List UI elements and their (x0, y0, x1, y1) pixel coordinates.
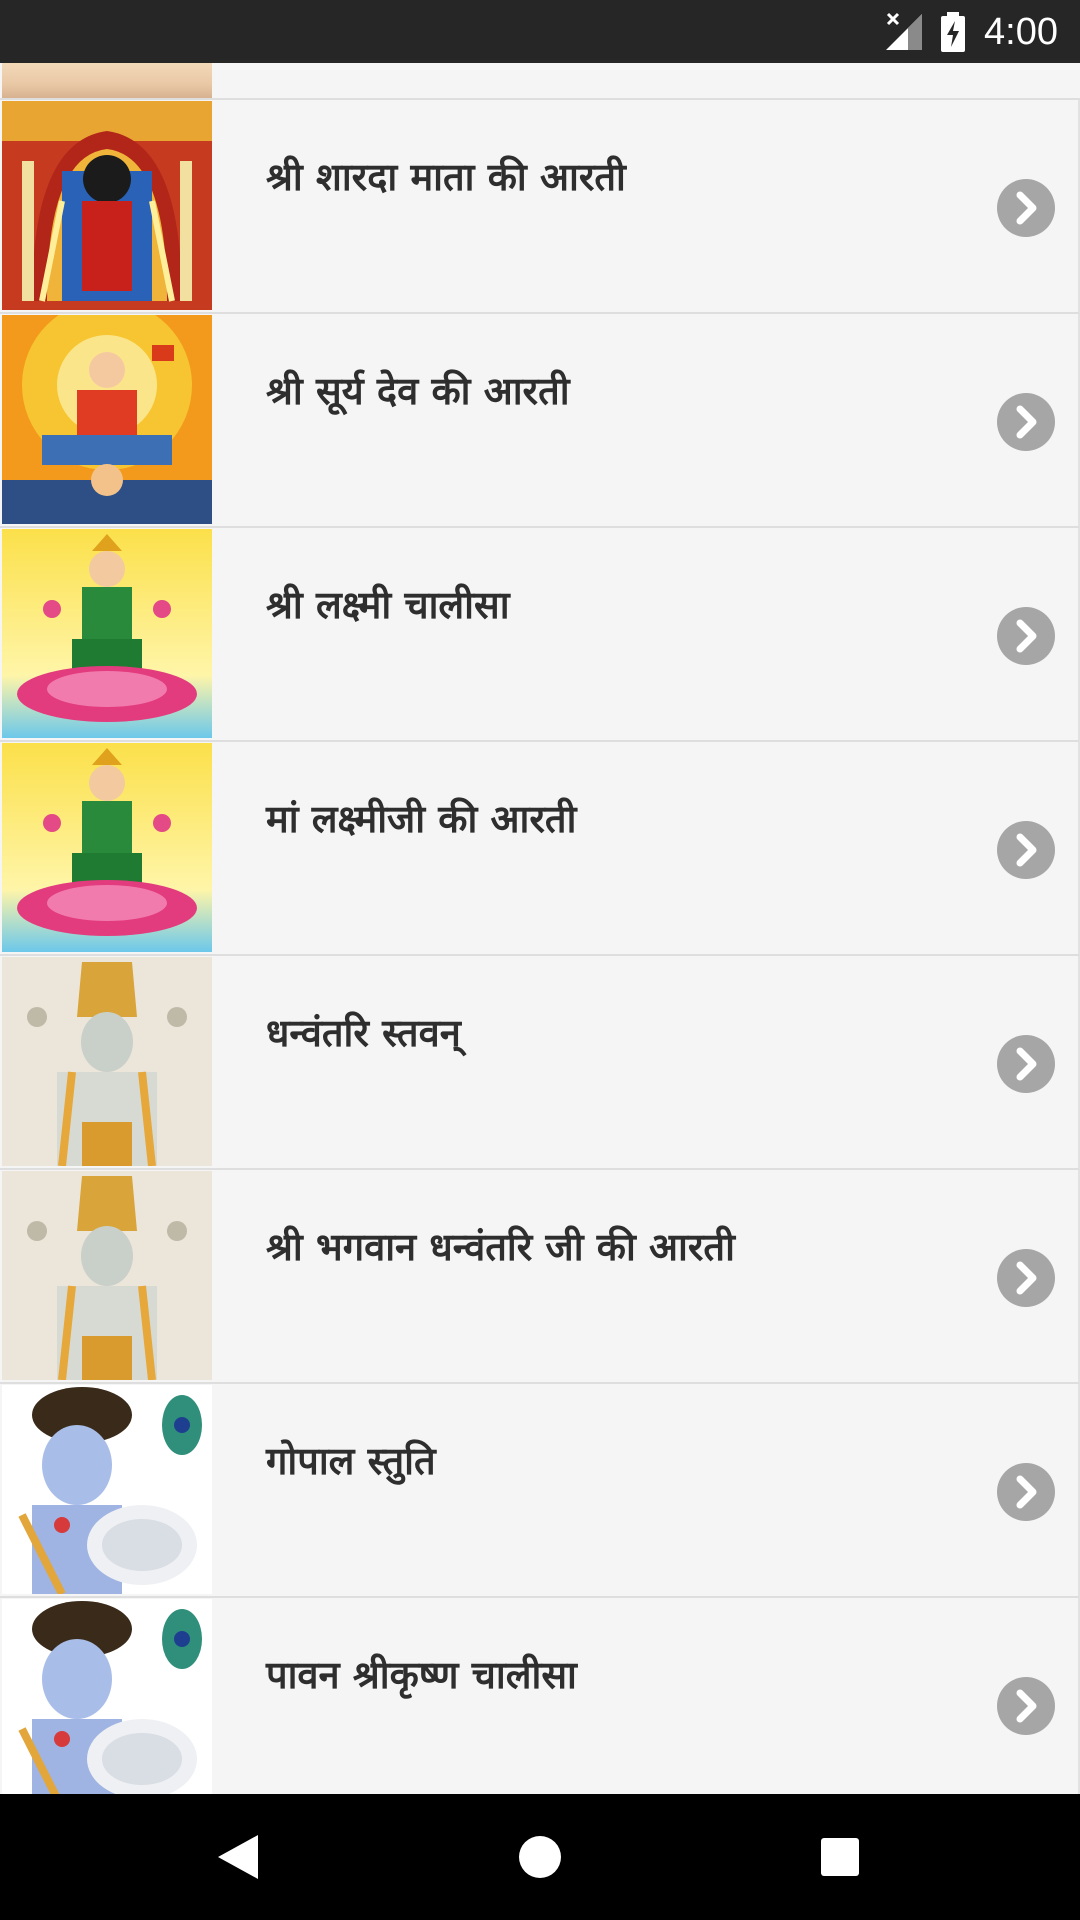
list-item[interactable]: श्री शारदा माता की आरती (0, 100, 1080, 314)
back-triangle-icon[interactable] (210, 1827, 270, 1887)
list-item-title: श्री भगवान धन्वंतरि जी की आरती (266, 1225, 735, 1269)
krishna-image (2, 1385, 212, 1594)
recent-square-icon[interactable] (810, 1827, 870, 1887)
chevron-right-circle-icon[interactable] (997, 179, 1055, 237)
chevron-right-circle-icon[interactable] (997, 1677, 1055, 1735)
list-item-title: श्री लक्ष्मी चालीसा (266, 583, 510, 627)
status-bar: 4:00 (0, 0, 1080, 63)
battery-charging-icon (941, 12, 965, 52)
chevron-right-circle-icon[interactable] (997, 607, 1055, 665)
krishna-image (2, 1599, 212, 1794)
list-item[interactable]: धन्वंतरि स्तवन् (0, 956, 1080, 1170)
dhanvantari-image (2, 1171, 212, 1380)
list-item-partial[interactable] (0, 63, 1080, 100)
sharda-mata-image (2, 101, 212, 310)
chevron-right-circle-icon[interactable] (997, 1035, 1055, 1093)
list-item-title: धन्वंतरि स्तवन् (266, 1011, 461, 1055)
list-item-title: मां लक्ष्मीजी की आरती (266, 797, 577, 841)
status-time: 4:00 (984, 11, 1058, 53)
list-item[interactable]: पावन श्रीकृष्ण चालीसा (0, 1598, 1080, 1794)
list-item-title: गोपाल स्तुति (266, 1439, 436, 1483)
lakshmi-image (2, 529, 212, 738)
signal-no-connection-icon (886, 12, 922, 50)
list-item-title: श्री सूर्य देव की आरती (266, 369, 570, 413)
list-item-title: पावन श्रीकृष्ण चालीसा (266, 1653, 577, 1697)
surya-dev-image (2, 315, 212, 524)
chevron-right-circle-icon[interactable] (997, 821, 1055, 879)
chevron-right-circle-icon[interactable] (997, 1463, 1055, 1521)
list-item[interactable]: मां लक्ष्मीजी की आरती (0, 742, 1080, 956)
chevron-right-circle-icon[interactable] (997, 393, 1055, 451)
list-item[interactable]: श्री लक्ष्मी चालीसा (0, 528, 1080, 742)
partial-thumbnail-image (2, 63, 212, 98)
list-item[interactable]: श्री भगवान धन्वंतरि जी की आरती (0, 1170, 1080, 1384)
list-item[interactable]: गोपाल स्तुति (0, 1384, 1080, 1598)
dhanvantari-image (2, 957, 212, 1166)
aarti-list[interactable]: श्री शारदा माता की आरती श्री सूर्य देव क… (0, 63, 1080, 1794)
lakshmi-image (2, 743, 212, 952)
chevron-right-circle-icon[interactable] (997, 1249, 1055, 1307)
list-item[interactable]: श्री सूर्य देव की आरती (0, 314, 1080, 528)
navigation-bar (0, 1794, 1080, 1920)
list-item-title: श्री शारदा माता की आरती (266, 155, 626, 199)
home-circle-icon[interactable] (510, 1827, 570, 1887)
